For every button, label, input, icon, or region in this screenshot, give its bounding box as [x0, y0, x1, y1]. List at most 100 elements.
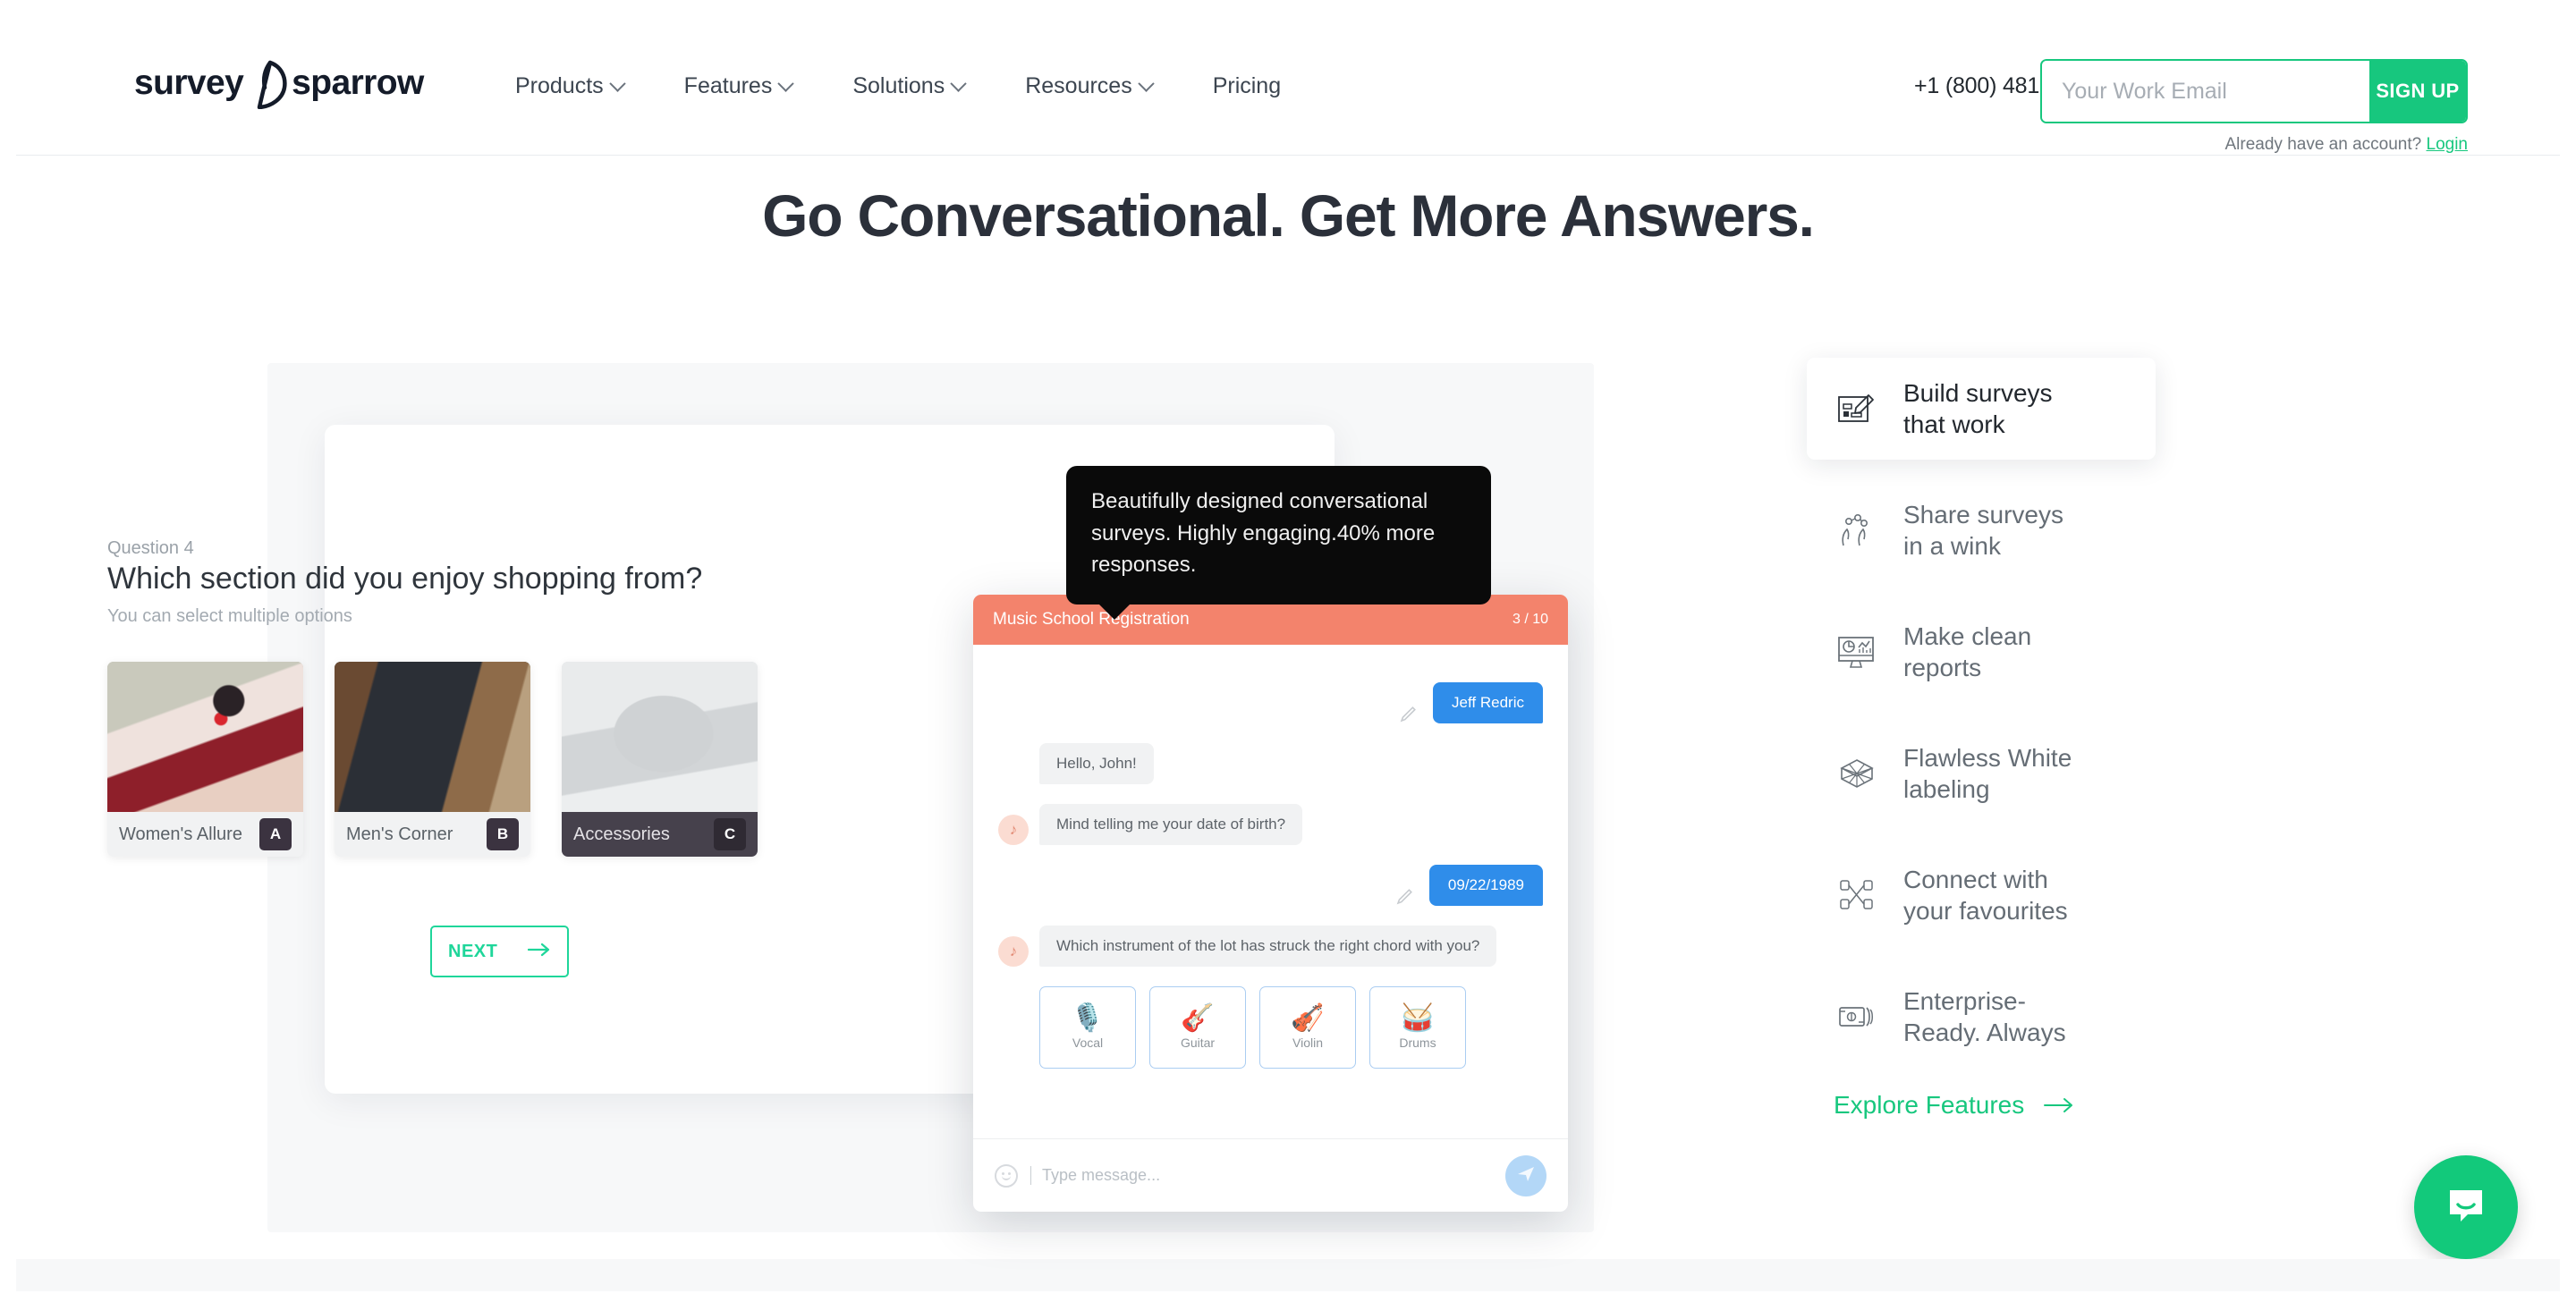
chat-bubble-bot: Hello, John!	[1039, 743, 1154, 784]
option-key-badge: C	[714, 818, 746, 850]
option-label: Men's Corner	[346, 824, 453, 844]
site-header: survey sparrow Products Features Solutio…	[16, 13, 2560, 156]
send-paper-plane-icon	[1516, 1164, 1536, 1187]
instrument-choices: 🎙️ Vocal 🎸 Guitar 🎻 Violin 🥁 Drums	[1039, 986, 1543, 1069]
nav-item-products[interactable]: Products	[485, 68, 654, 105]
nav-item-features[interactable]: Features	[654, 68, 823, 105]
chevron-down-icon	[950, 75, 967, 92]
instrument-option-guitar[interactable]: 🎸 Guitar	[1149, 986, 1246, 1069]
chat-bubble-user: Jeff Redric	[1433, 682, 1543, 723]
question-hint: You can select multiple options	[107, 606, 352, 626]
music-note-avatar-icon: ♪	[998, 936, 1029, 967]
option-bar: Women's Allure A	[107, 812, 303, 857]
white-label-cube-icon	[1834, 753, 1880, 794]
login-prompt: Already have an account? Login	[2225, 135, 2469, 155]
chat-bubble-user: 09/22/1989	[1428, 865, 1543, 906]
build-survey-icon	[1834, 388, 1880, 429]
survey-option-a[interactable]: Women's Allure A	[107, 662, 303, 857]
option-label: Women's Allure	[119, 824, 242, 844]
chat-messages: Jeff Redric Hello, John! ♪ Mind telling …	[973, 645, 1568, 1138]
signup-form: SIGN UP	[2040, 59, 2468, 123]
survey-options: Women's Allure A Men's Corner B Accessor…	[107, 662, 758, 857]
chevron-down-icon	[777, 75, 795, 92]
feature-label: Connect with your favourites	[1903, 866, 2068, 925]
nav-label-solutions: Solutions	[852, 73, 945, 98]
chat-title: Music School Registration	[993, 610, 1190, 629]
question-text: Which section did you enjoy shopping fro…	[107, 562, 703, 596]
chat-progress: 3 / 10	[1512, 612, 1548, 627]
nav-item-pricing[interactable]: Pricing	[1182, 68, 1311, 105]
option-key-badge: B	[487, 818, 519, 850]
feature-item-build-surveys[interactable]: Build surveys that work	[1807, 358, 2156, 460]
send-button[interactable]	[1505, 1154, 1546, 1196]
page-bottom-strip	[16, 1259, 2560, 1291]
guitar-icon: 🎸	[1181, 1003, 1215, 1033]
feature-item-connect-favourites[interactable]: Connect with your favourites	[1807, 844, 2156, 946]
instrument-label: Guitar	[1180, 1036, 1216, 1050]
logo[interactable]: survey sparrow	[134, 57, 424, 109]
instrument-label: Violin	[1292, 1036, 1323, 1050]
violin-icon: 🎻	[1291, 1003, 1325, 1033]
chat-message-row: 09/22/1989	[998, 865, 1543, 906]
chat-message-input[interactable]	[1030, 1166, 1493, 1185]
instrument-label: Vocal	[1072, 1036, 1104, 1050]
nav-label-products: Products	[515, 73, 604, 98]
chevron-down-icon	[1138, 75, 1155, 92]
option-bar: Men's Corner B	[335, 812, 530, 857]
email-field[interactable]	[2042, 61, 2369, 122]
instrument-option-vocal[interactable]: 🎙️ Vocal	[1039, 986, 1136, 1069]
mens-corner-photo	[335, 662, 530, 812]
chevron-down-icon	[608, 75, 626, 92]
feature-label: Make clean reports	[1903, 622, 2032, 681]
frame-edge-top	[0, 0, 2576, 13]
feature-item-white-labeling[interactable]: Flawless White labeling	[1807, 723, 2156, 824]
instrument-label: Drums	[1399, 1036, 1436, 1050]
chat-bubble-bot: Mind telling me your date of birth?	[1039, 804, 1303, 845]
survey-option-c[interactable]: Accessories C	[562, 662, 758, 857]
login-link[interactable]: Login	[2427, 135, 2469, 154]
feature-tooltip: Beautifully designed conversational surv…	[1066, 466, 1491, 620]
logo-text-sparrow: sparrow	[292, 63, 424, 102]
next-button[interactable]: NEXT	[430, 926, 569, 977]
nav-label-features: Features	[683, 73, 773, 98]
intercom-launcher-button[interactable]	[2414, 1155, 2518, 1259]
logo-text-survey: survey	[134, 63, 244, 102]
chat-message-row: Jeff Redric	[998, 682, 1543, 723]
option-key-badge: A	[259, 818, 292, 850]
instrument-option-violin[interactable]: 🎻 Violin	[1259, 986, 1356, 1069]
question-number: Question 4	[107, 538, 194, 558]
next-button-label: NEXT	[448, 941, 498, 961]
signup-button[interactable]: SIGN UP	[2369, 61, 2466, 122]
arrow-right-icon	[527, 942, 551, 962]
chat-bubble-bot: Which instrument of the lot has struck t…	[1039, 926, 1497, 967]
emoji-smiley-icon[interactable]	[995, 1163, 1018, 1188]
feature-label: Share surveys in a wink	[1903, 501, 2063, 560]
feature-label: Build surveys that work	[1903, 379, 2053, 438]
arrow-right-icon	[2044, 1091, 2074, 1120]
option-bar: Accessories C	[562, 812, 758, 857]
chat-message-row: ♪ Mind telling me your date of birth?	[998, 804, 1543, 845]
share-hands-icon	[1834, 510, 1880, 551]
explore-features-link[interactable]: Explore Features	[1834, 1091, 2156, 1120]
intercom-chat-icon	[2441, 1180, 2491, 1235]
chat-message-row: Hello, John!	[998, 743, 1543, 784]
feature-item-enterprise-ready[interactable]: Enterprise- Ready. Always	[1807, 966, 2156, 1068]
nav-item-resources[interactable]: Resources	[995, 68, 1182, 105]
womens-allure-photo	[107, 662, 303, 812]
pencil-edit-icon[interactable]	[1395, 886, 1415, 906]
sparrow-bird-icon	[243, 57, 290, 109]
microphone-icon: 🎙️	[1071, 1003, 1105, 1033]
instrument-option-drums[interactable]: 🥁 Drums	[1369, 986, 1466, 1069]
main-nav: Products Features Solutions Resources Pr…	[485, 68, 1311, 105]
feature-item-share-surveys[interactable]: Share surveys in a wink	[1807, 479, 2156, 581]
nav-item-solutions[interactable]: Solutions	[822, 68, 995, 105]
music-note-avatar-icon: ♪	[998, 815, 1029, 845]
pencil-edit-icon[interactable]	[1399, 704, 1419, 723]
option-label: Accessories	[573, 824, 670, 844]
page-root: survey sparrow Products Features Solutio…	[0, 0, 2576, 1302]
chat-message-row: ♪ Which instrument of the lot has struck…	[998, 926, 1543, 967]
drums-icon: 🥁	[1401, 1003, 1435, 1033]
feature-item-make-reports[interactable]: Make clean reports	[1807, 601, 2156, 703]
login-prompt-text: Already have an account?	[2224, 135, 2422, 154]
survey-option-b[interactable]: Men's Corner B	[335, 662, 530, 857]
